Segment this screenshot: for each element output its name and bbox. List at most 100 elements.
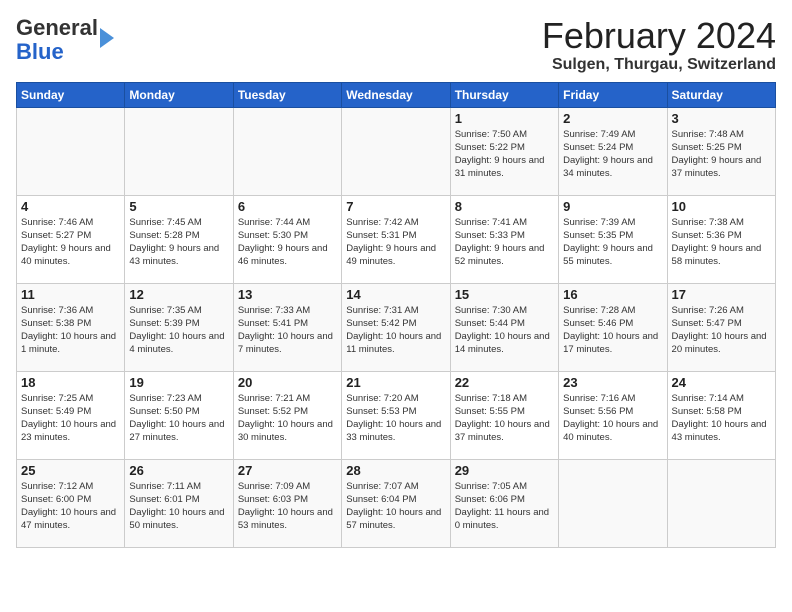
day-number: 5 [129, 199, 228, 214]
day-number: 25 [21, 463, 120, 478]
header-monday: Monday [125, 82, 233, 107]
day-number: 12 [129, 287, 228, 302]
calendar-week-row: 4 Sunrise: 7:46 AM Sunset: 5:27 PM Daylig… [17, 195, 776, 283]
day-number: 22 [455, 375, 554, 390]
table-row [342, 107, 450, 195]
table-row: 20 Sunrise: 7:21 AM Sunset: 5:52 PM Dayli… [233, 371, 341, 459]
header-tuesday: Tuesday [233, 82, 341, 107]
table-row: 5 Sunrise: 7:45 AM Sunset: 5:28 PM Daylig… [125, 195, 233, 283]
day-number: 20 [238, 375, 337, 390]
table-row: 14 Sunrise: 7:31 AM Sunset: 5:42 PM Dayli… [342, 283, 450, 371]
day-info: Sunrise: 7:45 AM Sunset: 5:28 PM Dayligh… [129, 216, 228, 269]
calendar-week-row: 1 Sunrise: 7:50 AM Sunset: 5:22 PM Daylig… [17, 107, 776, 195]
table-row: 25 Sunrise: 7:12 AM Sunset: 6:00 PM Dayli… [17, 459, 125, 547]
day-info: Sunrise: 7:36 AM Sunset: 5:38 PM Dayligh… [21, 304, 120, 357]
day-number: 19 [129, 375, 228, 390]
day-number: 18 [21, 375, 120, 390]
day-info: Sunrise: 7:09 AM Sunset: 6:03 PM Dayligh… [238, 480, 337, 533]
table-row: 24 Sunrise: 7:14 AM Sunset: 5:58 PM Dayli… [667, 371, 775, 459]
table-row [17, 107, 125, 195]
day-number: 15 [455, 287, 554, 302]
header-thursday: Thursday [450, 82, 558, 107]
table-row [667, 459, 775, 547]
table-row: 7 Sunrise: 7:42 AM Sunset: 5:31 PM Daylig… [342, 195, 450, 283]
table-row: 12 Sunrise: 7:35 AM Sunset: 5:39 PM Dayli… [125, 283, 233, 371]
calendar-title: February 2024 [542, 16, 776, 56]
day-info: Sunrise: 7:35 AM Sunset: 5:39 PM Dayligh… [129, 304, 228, 357]
header-sunday: Sunday [17, 82, 125, 107]
day-info: Sunrise: 7:12 AM Sunset: 6:00 PM Dayligh… [21, 480, 120, 533]
day-info: Sunrise: 7:48 AM Sunset: 5:25 PM Dayligh… [672, 128, 771, 181]
calendar-week-row: 25 Sunrise: 7:12 AM Sunset: 6:00 PM Dayli… [17, 459, 776, 547]
day-info: Sunrise: 7:16 AM Sunset: 5:56 PM Dayligh… [563, 392, 662, 445]
table-row: 4 Sunrise: 7:46 AM Sunset: 5:27 PM Daylig… [17, 195, 125, 283]
day-number: 1 [455, 111, 554, 126]
table-row: 18Sunrise: 7:25 AM Sunset: 5:49 PM Dayli… [17, 371, 125, 459]
page-header: General Blue February 2024 Sulgen, Thurg… [16, 16, 776, 74]
table-row: 1 Sunrise: 7:50 AM Sunset: 5:22 PM Daylig… [450, 107, 558, 195]
day-info: Sunrise: 7:31 AM Sunset: 5:42 PM Dayligh… [346, 304, 445, 357]
day-info: Sunrise: 7:42 AM Sunset: 5:31 PM Dayligh… [346, 216, 445, 269]
table-row: 29 Sunrise: 7:05 AM Sunset: 6:06 PM Dayli… [450, 459, 558, 547]
day-number: 27 [238, 463, 337, 478]
day-number: 11 [21, 287, 120, 302]
day-number: 8 [455, 199, 554, 214]
logo-text: General Blue [16, 16, 98, 64]
day-info: Sunrise: 7:20 AM Sunset: 5:53 PM Dayligh… [346, 392, 445, 445]
day-info: Sunrise: 7:46 AM Sunset: 5:27 PM Dayligh… [21, 216, 120, 269]
day-number: 28 [346, 463, 445, 478]
day-info: Sunrise: 7:18 AM Sunset: 5:55 PM Dayligh… [455, 392, 554, 445]
day-info: Sunrise: 7:49 AM Sunset: 5:24 PM Dayligh… [563, 128, 662, 181]
day-number: 16 [563, 287, 662, 302]
day-number: 3 [672, 111, 771, 126]
day-number: 21 [346, 375, 445, 390]
header-wednesday: Wednesday [342, 82, 450, 107]
table-row [233, 107, 341, 195]
table-row: 15Sunrise: 7:30 AM Sunset: 5:44 PM Dayli… [450, 283, 558, 371]
table-row: 23 Sunrise: 7:16 AM Sunset: 5:56 PM Dayli… [559, 371, 667, 459]
calendar-header-row: Sunday Monday Tuesday Wednesday Thursday… [17, 82, 776, 107]
day-number: 7 [346, 199, 445, 214]
table-row: 28 Sunrise: 7:07 AM Sunset: 6:04 PM Dayli… [342, 459, 450, 547]
day-info: Sunrise: 7:50 AM Sunset: 5:22 PM Dayligh… [455, 128, 554, 181]
table-row: 8 Sunrise: 7:41 AM Sunset: 5:33 PM Daylig… [450, 195, 558, 283]
header-friday: Friday [559, 82, 667, 107]
day-info: Sunrise: 7:33 AM Sunset: 5:41 PM Dayligh… [238, 304, 337, 357]
day-number: 9 [563, 199, 662, 214]
table-row: 3 Sunrise: 7:48 AM Sunset: 5:25 PM Daylig… [667, 107, 775, 195]
day-info: Sunrise: 7:14 AM Sunset: 5:58 PM Dayligh… [672, 392, 771, 445]
day-number: 13 [238, 287, 337, 302]
day-info: Sunrise: 7:11 AM Sunset: 6:01 PM Dayligh… [129, 480, 228, 533]
logo-arrow-icon [100, 28, 114, 48]
table-row: 19Sunrise: 7:23 AM Sunset: 5:50 PM Dayli… [125, 371, 233, 459]
table-row: 21 Sunrise: 7:20 AM Sunset: 5:53 PM Dayli… [342, 371, 450, 459]
day-number: 29 [455, 463, 554, 478]
table-row [125, 107, 233, 195]
calendar-week-row: 11 Sunrise: 7:36 AM Sunset: 5:38 PM Dayli… [17, 283, 776, 371]
table-row: 2 Sunrise: 7:49 AM Sunset: 5:24 PM Daylig… [559, 107, 667, 195]
title-block: February 2024 Sulgen, Thurgau, Switzerla… [542, 16, 776, 74]
day-info: Sunrise: 7:44 AM Sunset: 5:30 PM Dayligh… [238, 216, 337, 269]
day-number: 6 [238, 199, 337, 214]
table-row: 26Sunrise: 7:11 AM Sunset: 6:01 PM Dayli… [125, 459, 233, 547]
day-number: 23 [563, 375, 662, 390]
day-number: 10 [672, 199, 771, 214]
day-number: 2 [563, 111, 662, 126]
day-number: 24 [672, 375, 771, 390]
calendar-week-row: 18Sunrise: 7:25 AM Sunset: 5:49 PM Dayli… [17, 371, 776, 459]
day-info: Sunrise: 7:21 AM Sunset: 5:52 PM Dayligh… [238, 392, 337, 445]
day-info: Sunrise: 7:28 AM Sunset: 5:46 PM Dayligh… [563, 304, 662, 357]
day-info: Sunrise: 7:38 AM Sunset: 5:36 PM Dayligh… [672, 216, 771, 269]
calendar-subtitle: Sulgen, Thurgau, Switzerland [542, 56, 776, 74]
logo: General Blue [16, 16, 114, 64]
table-row: 11 Sunrise: 7:36 AM Sunset: 5:38 PM Dayli… [17, 283, 125, 371]
table-row: 13 Sunrise: 7:33 AM Sunset: 5:41 PM Dayli… [233, 283, 341, 371]
day-number: 14 [346, 287, 445, 302]
logo-blue: Blue [16, 39, 64, 64]
day-info: Sunrise: 7:07 AM Sunset: 6:04 PM Dayligh… [346, 480, 445, 533]
table-row: 22 Sunrise: 7:18 AM Sunset: 5:55 PM Dayli… [450, 371, 558, 459]
header-saturday: Saturday [667, 82, 775, 107]
day-info: Sunrise: 7:05 AM Sunset: 6:06 PM Dayligh… [455, 480, 554, 533]
day-info: Sunrise: 7:41 AM Sunset: 5:33 PM Dayligh… [455, 216, 554, 269]
day-number: 4 [21, 199, 120, 214]
